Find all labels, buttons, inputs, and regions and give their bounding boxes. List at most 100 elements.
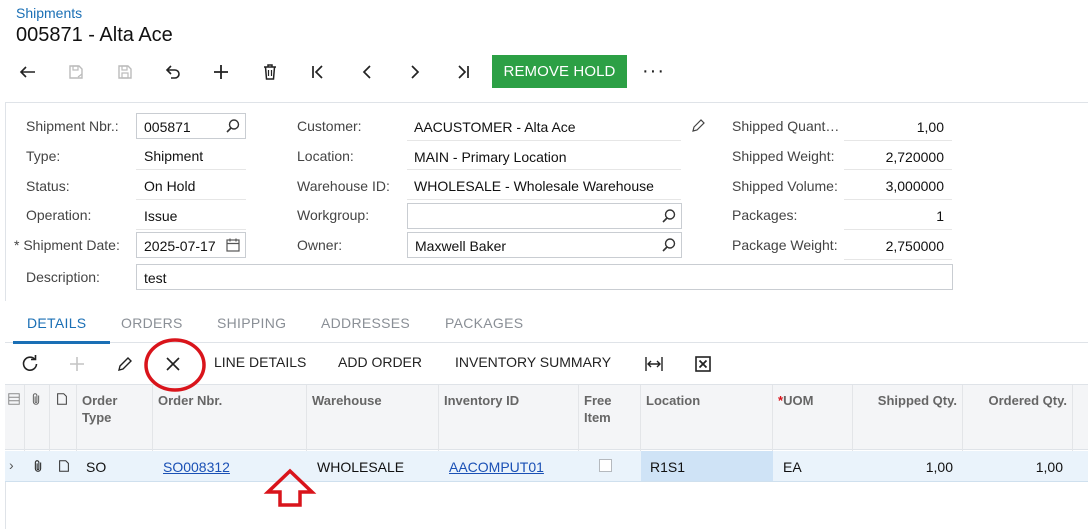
row-notes-cell[interactable] <box>55 451 75 481</box>
shipped-volume-label: Shipped Volume: <box>732 178 838 194</box>
ordered-qty-header[interactable]: Ordered Qty. <box>963 385 1073 451</box>
grid-empty-area <box>5 482 1088 529</box>
shipment-nbr-value: 005871 <box>144 119 191 135</box>
search-icon[interactable] <box>225 118 241 134</box>
tab-details[interactable]: DETAILS <box>27 315 86 331</box>
inventory-id-link[interactable]: AACOMPUT01 <box>449 459 544 475</box>
location-value: MAIN - Primary Location <box>414 149 567 165</box>
document-icon <box>59 460 69 472</box>
location-header[interactable]: Location <box>641 385 773 451</box>
undo-icon <box>165 65 180 79</box>
edit-pencil-icon[interactable] <box>115 354 135 374</box>
column-settings-icon[interactable] <box>7 392 21 406</box>
inventory-id-header[interactable]: Inventory ID <box>439 385 579 451</box>
warehouse-cell[interactable]: WHOLESALE <box>312 451 440 481</box>
shipment-nbr-field[interactable]: 005871 <box>136 113 246 139</box>
row-expand-icon[interactable]: › <box>5 451 25 481</box>
save-close-icon <box>69 65 83 79</box>
breadcrumb[interactable]: Shipments <box>16 5 82 21</box>
shipped-qty-header[interactable]: Shipped Qty. <box>853 385 963 451</box>
document-icon <box>57 393 67 405</box>
order-nbr-link[interactable]: SO008312 <box>163 459 230 475</box>
search-icon[interactable] <box>661 208 677 224</box>
shipped-volume-value: 3,000000 <box>885 178 944 194</box>
line-details-button[interactable]: LINE DETAILS <box>214 354 306 370</box>
add-button[interactable] <box>207 58 235 86</box>
notes-header <box>50 385 77 451</box>
workgroup-label: Workgroup: <box>297 207 370 223</box>
free-item-header[interactable]: Free Item <box>579 385 641 451</box>
first-record-button[interactable] <box>304 58 332 86</box>
status-value: On Hold <box>144 178 196 194</box>
search-icon[interactable] <box>661 237 677 253</box>
row-selector-header[interactable] <box>5 385 25 451</box>
tab-addresses[interactable]: ADDRESSES <box>321 315 410 331</box>
refresh-icon[interactable] <box>20 354 40 374</box>
warehouse-label: Warehouse ID: <box>297 178 390 194</box>
fit-columns-icon[interactable] <box>644 354 664 374</box>
first-icon <box>312 65 323 79</box>
workgroup-field[interactable] <box>407 203 682 229</box>
add-order-button[interactable]: ADD ORDER <box>338 354 422 370</box>
description-label: Description: <box>26 269 100 285</box>
uom-header-label: UOM <box>783 393 814 408</box>
table-row[interactable]: › SO SO008312 WHOLESALE AACOMPUT01 R1S1 … <box>5 451 1088 482</box>
packages-value: 1 <box>936 208 944 224</box>
edit-pencil-icon[interactable] <box>690 118 706 134</box>
more-actions-button[interactable]: ··· <box>642 60 665 83</box>
packages-label: Packages: <box>732 207 798 223</box>
next-record-button[interactable] <box>401 58 429 86</box>
inventory-summary-button[interactable]: INVENTORY SUMMARY <box>455 354 611 370</box>
customer-value: AACUSTOMER - Alta Ace <box>414 119 576 135</box>
save-close-button[interactable] <box>62 58 90 86</box>
owner-label: Owner: <box>297 237 343 253</box>
last-icon <box>458 65 469 79</box>
ordered-qty-cell[interactable]: 1,00 <box>963 451 1068 481</box>
highlight-circle-annotation <box>144 338 206 392</box>
back-button[interactable] <box>14 58 42 86</box>
package-weight-value: 2,750000 <box>885 238 944 254</box>
calendar-icon[interactable] <box>225 237 241 253</box>
add-row-icon[interactable] <box>67 354 87 374</box>
type-value: Shipment <box>144 148 204 164</box>
order-type-cell[interactable]: SO <box>81 451 153 481</box>
save-button[interactable] <box>111 58 139 86</box>
paperclip-icon <box>34 460 42 472</box>
shipment-date-value: 2025-07-17 <box>144 238 216 254</box>
owner-value: Maxwell Baker <box>415 238 507 254</box>
remove-hold-button[interactable]: REMOVE HOLD <box>492 55 627 88</box>
delete-button[interactable] <box>256 58 284 86</box>
free-item-cell[interactable] <box>599 451 629 481</box>
uom-cell[interactable]: EA <box>778 451 853 481</box>
description-field[interactable]: test <box>136 264 953 290</box>
tab-packages[interactable]: PACKAGES <box>445 315 523 331</box>
uom-header[interactable]: *UOM <box>773 385 853 451</box>
plus-icon <box>214 65 228 79</box>
page-title: 005871 - Alta Ace <box>16 24 173 46</box>
tab-orders[interactable]: ORDERS <box>121 315 183 331</box>
up-arrow-annotation <box>263 468 317 507</box>
save-icon <box>118 65 132 79</box>
attachment-header <box>25 385 50 451</box>
location-label: Location: <box>297 148 354 164</box>
shipment-nbr-label: Shipment Nbr.: <box>26 118 119 134</box>
owner-field[interactable]: Maxwell Baker <box>407 232 682 258</box>
customer-label: Customer: <box>297 118 362 134</box>
last-record-button[interactable] <box>449 58 477 86</box>
shipment-date-field[interactable]: 2025-07-17 <box>136 232 246 258</box>
export-excel-icon[interactable] <box>693 354 713 374</box>
row-attachment-cell[interactable] <box>29 451 49 481</box>
location-cell[interactable]: R1S1 <box>641 451 773 481</box>
shipped-qty-cell[interactable]: 1,00 <box>853 451 958 481</box>
shipped-quantity-label: Shipped Quant… <box>732 118 840 134</box>
required-marker: * <box>14 237 20 253</box>
shipped-weight-value: 2,720000 <box>885 149 944 165</box>
free-item-checkbox[interactable] <box>599 459 612 472</box>
undo-button[interactable] <box>159 58 187 86</box>
previous-record-button[interactable] <box>353 58 381 86</box>
chevron-right-icon <box>411 65 420 79</box>
shipment-date-label: * Shipment Date: <box>14 237 120 253</box>
tab-shipping[interactable]: SHIPPING <box>217 315 286 331</box>
warehouse-header[interactable]: Warehouse <box>307 385 439 451</box>
paperclip-icon <box>32 393 40 405</box>
